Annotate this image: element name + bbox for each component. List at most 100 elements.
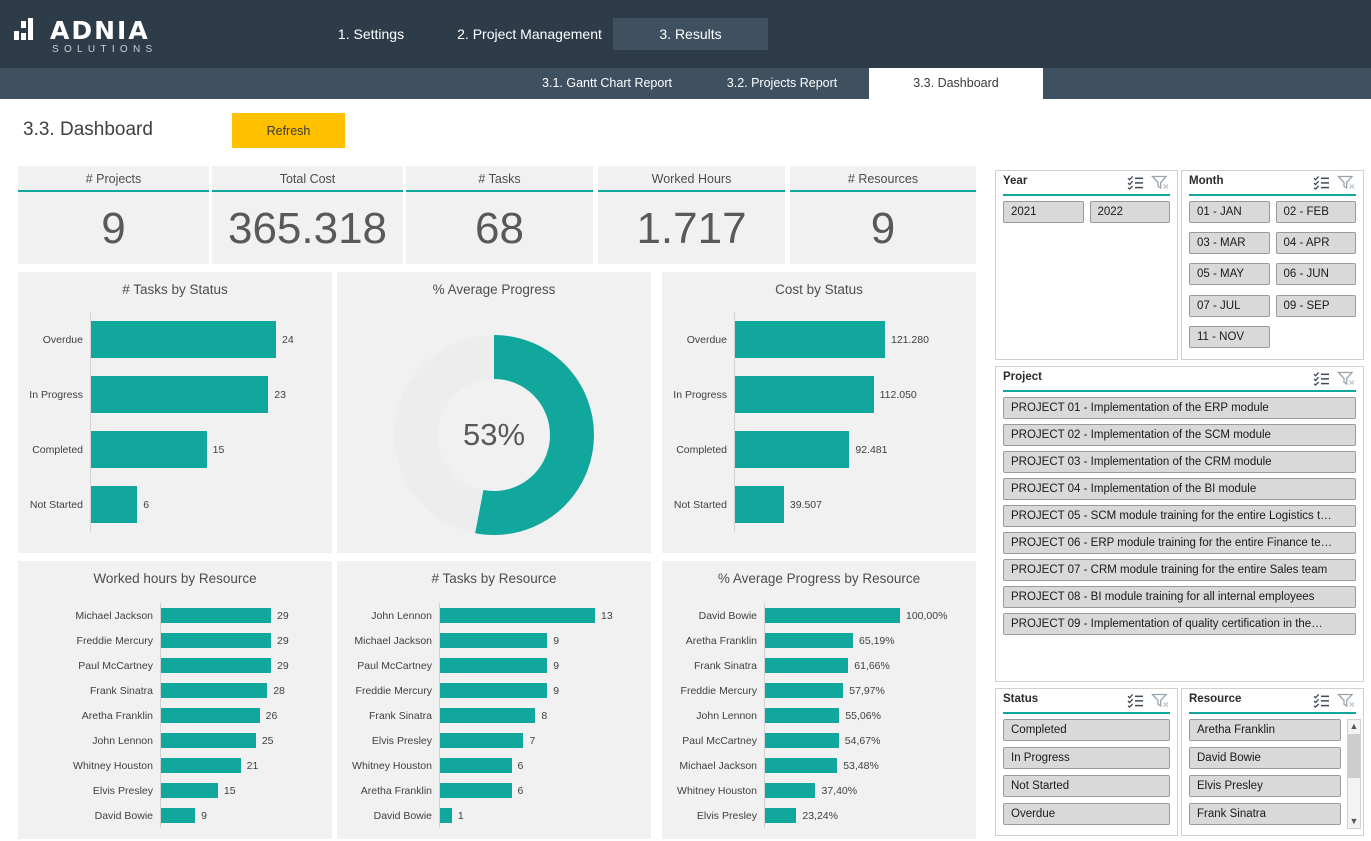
clear-filter-icon[interactable] <box>1151 175 1170 195</box>
bar-row: Completed15 <box>18 422 332 477</box>
bar-track: 24 <box>90 312 335 367</box>
bar-track: 29 <box>160 653 330 678</box>
slicer-accent-rule <box>1189 712 1356 714</box>
slicer-item[interactable]: In Progress <box>1003 747 1170 769</box>
slicer-item[interactable]: 04 - APR <box>1276 232 1357 254</box>
slicer-item[interactable]: PROJECT 02 - Implementation of the SCM m… <box>1003 424 1356 446</box>
kpi-label: Total Cost <box>212 166 403 192</box>
slicer-item[interactable]: 05 - MAY <box>1189 263 1270 285</box>
slicer-item[interactable]: PROJECT 06 - ERP module training for the… <box>1003 532 1356 554</box>
clear-filter-icon[interactable] <box>1151 693 1170 713</box>
multi-select-icon[interactable] <box>1127 175 1144 195</box>
bar-row: Michael Jackson53,48% <box>662 753 976 778</box>
slicer-item[interactable]: PROJECT 05 - SCM module training for the… <box>1003 505 1356 527</box>
clear-filter-icon[interactable] <box>1337 175 1356 195</box>
multi-select-icon[interactable] <box>1313 693 1330 713</box>
multi-select-icon[interactable] <box>1313 371 1330 391</box>
bar-value-label: 57,97% <box>843 685 885 697</box>
kpi-card-resources: # Resources 9 <box>790 166 976 264</box>
resource-scrollbar[interactable]: ▲ ▼ <box>1347 719 1361 829</box>
bar-category-label: Frank Sinatra <box>662 660 764 672</box>
tab-dashboard[interactable]: 3.3. Dashboard <box>869 68 1043 99</box>
slicer-header: Month <box>1182 171 1363 195</box>
bar-chart-tasks-by-resource: John Lennon13Michael Jackson9Paul McCart… <box>337 603 651 828</box>
scrollbar-thumb[interactable] <box>1348 734 1360 778</box>
bar-value-label: 23,24% <box>796 810 838 822</box>
scroll-down-arrow-icon[interactable]: ▼ <box>1348 815 1360 828</box>
bar-category-label: Whitney Houston <box>18 760 160 772</box>
bar-category-label: Aretha Franklin <box>662 635 764 647</box>
slicer-accent-rule <box>1003 390 1356 392</box>
slicer-item[interactable]: 06 - JUN <box>1276 263 1357 285</box>
slicer-item[interactable]: PROJECT 01 - Implementation of the ERP m… <box>1003 397 1356 419</box>
donut-chart-average-progress: 53% <box>337 306 651 564</box>
clear-filter-icon[interactable] <box>1337 693 1356 713</box>
slicer-project: Project PROJECT 01 - Implementation of t… <box>995 366 1364 682</box>
slicer-item[interactable]: 11 - NOV <box>1189 326 1270 348</box>
slicer-item[interactable]: 2021 <box>1003 201 1084 223</box>
tab-projects-report[interactable]: 3.2. Projects Report <box>697 68 867 99</box>
slicer-header: Resource <box>1182 689 1363 713</box>
bar-row: David Bowie1 <box>337 803 651 828</box>
slicer-item[interactable]: Frank Sinatra <box>1189 803 1341 825</box>
bar-category-label: In Progress <box>18 389 90 401</box>
slicer-item[interactable]: PROJECT 09 - Implementation of quality c… <box>1003 613 1356 635</box>
bar-category-label: Overdue <box>18 334 90 346</box>
tab-results[interactable]: 3. Results <box>613 18 768 50</box>
slicer-item[interactable]: Overdue <box>1003 803 1170 825</box>
chart-panel-tasks-by-resource: # Tasks by Resource John Lennon13Michael… <box>337 561 651 839</box>
bar-row: Whitney Houston37,40% <box>662 778 976 803</box>
kpi-card-tasks: # Tasks 68 <box>406 166 593 264</box>
multi-select-icon[interactable] <box>1313 175 1330 195</box>
bar-fill <box>91 486 137 523</box>
bar-value-label: 28 <box>267 685 285 697</box>
slicer-item[interactable]: Elvis Presley <box>1189 775 1341 797</box>
multi-select-icon[interactable] <box>1127 693 1144 713</box>
slicer-item[interactable]: Aretha Franklin <box>1189 719 1341 741</box>
tab-gantt-chart-report[interactable]: 3.1. Gantt Chart Report <box>519 68 695 99</box>
slicer-item[interactable]: 01 - JAN <box>1189 201 1270 223</box>
chart-title: # Tasks by Status <box>18 282 332 297</box>
slicer-title: Resource <box>1189 693 1241 705</box>
bar-row: John Lennon13 <box>337 603 651 628</box>
chart-panel-worked-hours-by-resource: Worked hours by Resource Michael Jackson… <box>18 561 332 839</box>
slicer-item[interactable]: PROJECT 04 - Implementation of the BI mo… <box>1003 478 1356 500</box>
clear-filter-icon[interactable] <box>1337 371 1356 391</box>
bar-track: 21 <box>160 753 330 778</box>
scroll-up-arrow-icon[interactable]: ▲ <box>1348 720 1360 733</box>
bar-value-label: 25 <box>256 735 274 747</box>
tab-settings[interactable]: 1. Settings <box>324 18 418 50</box>
slicer-item[interactable]: 09 - SEP <box>1276 295 1357 317</box>
chart-title: # Tasks by Resource <box>337 571 651 586</box>
refresh-button[interactable]: Refresh <box>232 113 345 148</box>
tab-project-management[interactable]: 2. Project Management <box>442 18 617 50</box>
slicer-item[interactable]: David Bowie <box>1189 747 1341 769</box>
bar-track: 25 <box>160 728 330 753</box>
slicer-title: Month <box>1189 175 1223 187</box>
slicer-item-list: 01 - JAN 02 - FEB 03 - MAR 04 - APR 05 - MAY… <box>1189 201 1356 353</box>
bar-category-label: Overdue <box>662 334 734 346</box>
slicer-item[interactable]: 07 - JUL <box>1189 295 1270 317</box>
bar-fill <box>440 758 512 773</box>
slicer-item[interactable]: 2022 <box>1090 201 1171 223</box>
slicer-item[interactable]: PROJECT 07 - CRM module training for the… <box>1003 559 1356 581</box>
slicer-item[interactable]: Not Started <box>1003 775 1170 797</box>
slicer-accent-rule <box>1003 194 1170 196</box>
bar-track: 54,67% <box>764 728 959 753</box>
slicer-accent-rule <box>1003 712 1170 714</box>
slicer-item[interactable]: 02 - FEB <box>1276 201 1357 223</box>
slicer-item[interactable]: 03 - MAR <box>1189 232 1270 254</box>
app-header: ADNIA SOLUTIONS 1. Settings 2. Project M… <box>0 0 1371 68</box>
slicer-item[interactable]: PROJECT 03 - Implementation of the CRM m… <box>1003 451 1356 473</box>
chart-panel-tasks-by-status: # Tasks by Status Overdue24In Progress23… <box>18 272 332 553</box>
bar-category-label: In Progress <box>662 389 734 401</box>
bar-chart-cost-by-status: Overdue121.280In Progress112.050Complete… <box>662 312 976 532</box>
bar-value-label: 54,67% <box>839 735 881 747</box>
bar-category-label: Paul McCartney <box>18 660 160 672</box>
slicer-item[interactable]: Completed <box>1003 719 1170 741</box>
bar-value-label: 8 <box>535 710 547 722</box>
bar-fill <box>765 783 815 798</box>
slicer-item[interactable]: PROJECT 08 - BI module training for all … <box>1003 586 1356 608</box>
bar-fill <box>91 321 276 358</box>
bar-track: 15 <box>160 778 330 803</box>
